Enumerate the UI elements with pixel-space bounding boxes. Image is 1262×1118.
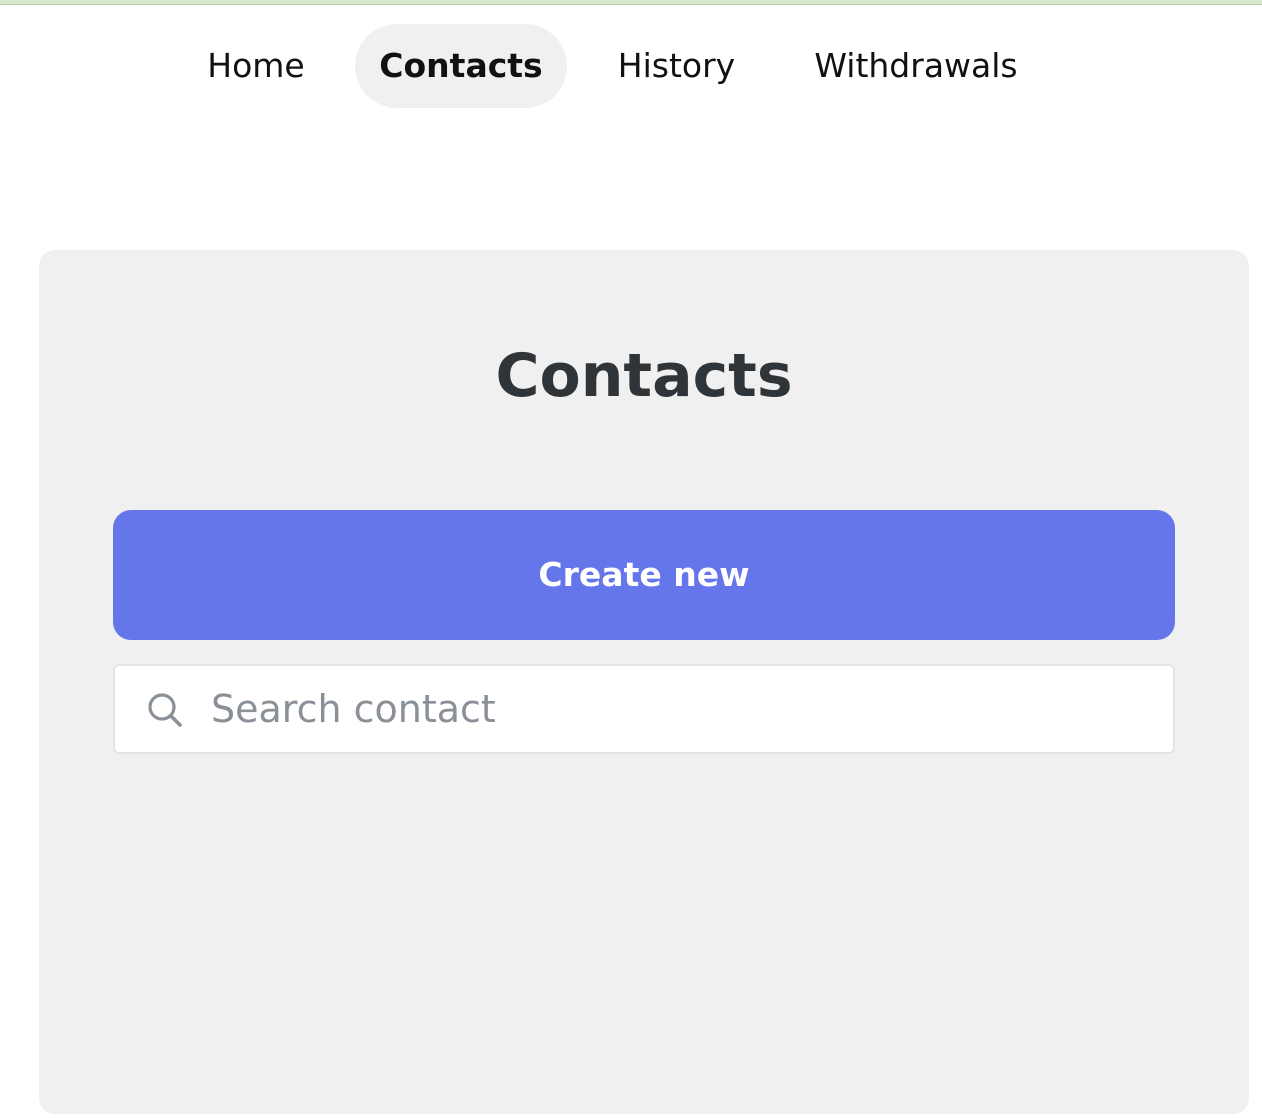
page-title: Contacts: [495, 341, 793, 411]
nav-item-home[interactable]: Home: [188, 24, 324, 108]
search-field[interactable]: [113, 664, 1175, 754]
contacts-panel: Contacts Create new: [39, 250, 1249, 1114]
nav-item-history[interactable]: History: [598, 24, 755, 108]
nav-item-withdrawals[interactable]: Withdrawals: [796, 24, 1036, 108]
nav-item-contacts[interactable]: Contacts: [355, 24, 567, 108]
search-input[interactable]: [211, 666, 1151, 752]
top-navigation: Home Contacts History Withdrawals: [0, 24, 1262, 108]
browser-top-strip: [0, 0, 1262, 5]
create-new-button[interactable]: Create new: [113, 510, 1175, 640]
search-icon: [145, 690, 185, 730]
